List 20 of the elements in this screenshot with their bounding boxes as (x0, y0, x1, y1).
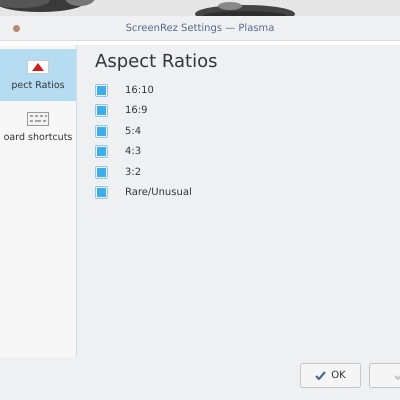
checkbox[interactable] (95, 186, 108, 200)
checkbox-label: Rare/Unusual (125, 187, 192, 198)
window-menu-icon[interactable] (13, 25, 20, 32)
checkbox[interactable] (95, 145, 108, 158)
checkbox[interactable] (95, 84, 108, 97)
checkmark-icon (315, 370, 326, 380)
checkbox-label: 4:3 (125, 146, 142, 158)
checkbox-label: 5:4 (125, 126, 142, 137)
checkbox-label: 3:2 (125, 166, 142, 178)
checkbox-label: 16:10 (125, 84, 154, 96)
window-title: ScreenRez Settings — Plasma (126, 22, 274, 34)
checkbox[interactable] (95, 104, 108, 118)
checkbox-label: 16:9 (125, 105, 148, 116)
ok-button[interactable]: OK (300, 362, 361, 388)
checkbox[interactable] (95, 124, 108, 138)
page-heading: Aspect Ratios (95, 51, 218, 72)
sidebar-item[interactable]: oard shortcuts (0, 101, 76, 153)
keyboard-icon (27, 112, 49, 126)
checkbox[interactable] (95, 166, 108, 179)
sidebar-item[interactable]: pect Ratios (0, 49, 76, 101)
